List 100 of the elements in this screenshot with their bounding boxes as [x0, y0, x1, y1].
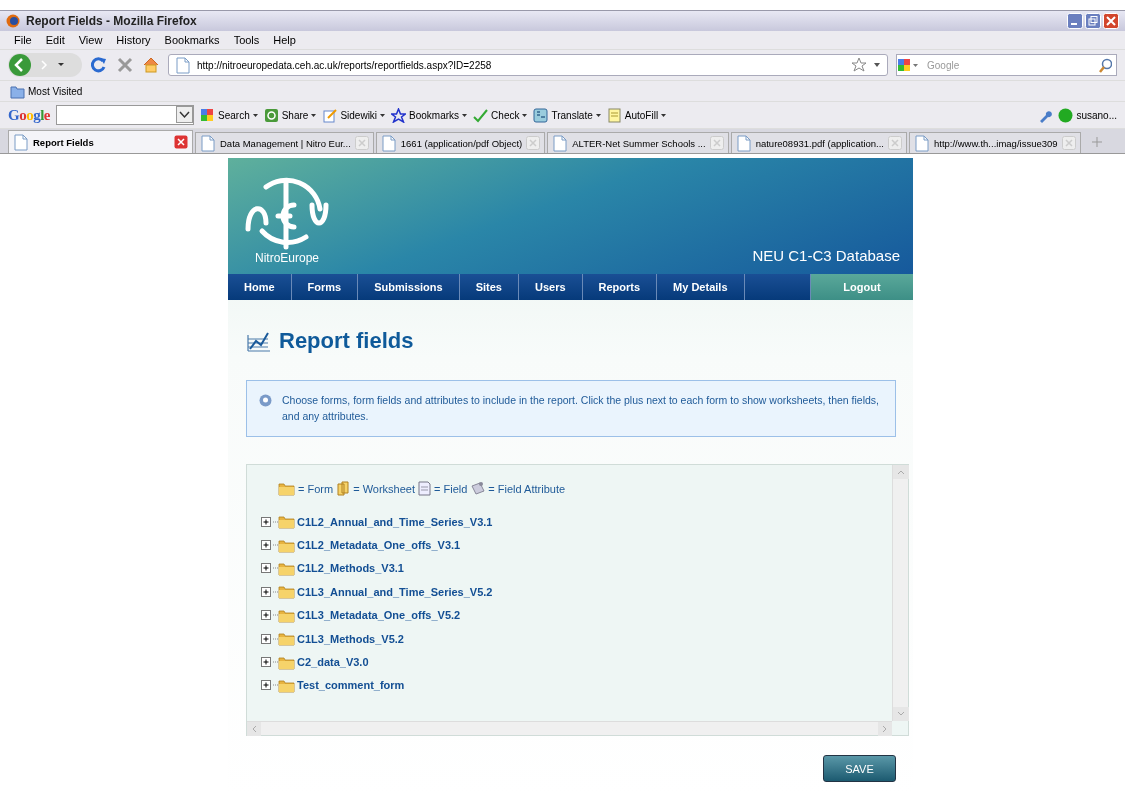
info-icon [259, 394, 272, 407]
browser-tab[interactable]: Report Fields [8, 130, 193, 153]
expand-icon[interactable] [260, 585, 278, 598]
page-icon [380, 134, 397, 152]
expand-icon[interactable] [260, 539, 278, 552]
folder-icon [278, 584, 295, 600]
caret-icon [311, 113, 317, 117]
close-icon [354, 136, 369, 150]
search-field[interactable]: Google [896, 54, 1117, 76]
toolbar-button[interactable]: Sidewiki [322, 107, 386, 123]
home-icon[interactable] [142, 56, 160, 74]
close-icon [1061, 136, 1076, 150]
tag-icon [470, 481, 486, 496]
window-title: Report Fields - Mozilla Firefox [26, 14, 197, 28]
google-logo: Google [8, 106, 50, 124]
document-icon [418, 481, 431, 496]
expand-icon[interactable] [260, 515, 278, 528]
caret-icon [522, 113, 528, 117]
toolbar-search-field[interactable] [56, 105, 194, 125]
address-bar[interactable]: http://nitroeuropedata.ceh.ac.uk/reports/reportfields.aspx?ID=2258 [168, 54, 888, 76]
page-icon [735, 134, 752, 152]
folder-icon [278, 560, 295, 576]
browser-tab[interactable]: http://www.th...imag/issue309 [909, 132, 1081, 153]
browser-logo-icon [6, 14, 20, 28]
notepad-icon [606, 107, 622, 123]
browser-tab[interactable]: 1661 (application/pdf Object) [375, 132, 546, 153]
close-icon[interactable] [1103, 13, 1119, 29]
toolbar-button[interactable]: Search [200, 107, 258, 123]
close-icon [174, 135, 188, 149]
menu-item[interactable]: History [110, 34, 159, 46]
folder-icon [278, 481, 295, 496]
menu-item[interactable]: Help [267, 34, 304, 46]
page-title: Report fields [279, 328, 414, 354]
caret-icon [252, 113, 258, 117]
menu-item[interactable]: File [8, 34, 40, 46]
reload-icon[interactable] [90, 56, 108, 74]
translate-icon [533, 107, 549, 123]
expand-icon[interactable] [260, 632, 278, 645]
folder-icon [278, 537, 295, 553]
folder-icon [278, 607, 295, 623]
expand-icon[interactable] [260, 562, 278, 575]
stop-icon[interactable] [116, 56, 134, 74]
toolbar-button[interactable]: AutoFill [606, 107, 667, 123]
nav-link[interactable]: Users [518, 274, 583, 300]
toolbar-button[interactable]: Translate [533, 107, 601, 123]
account-button[interactable]: susano... [1058, 107, 1117, 123]
folder-icon [278, 654, 295, 670]
menu-item[interactable]: View [72, 34, 111, 46]
save-button[interactable]: SAVE [823, 755, 896, 782]
tree-item[interactable]: C1L2_Methods_V3.1 [297, 562, 404, 575]
dropdown-icon [176, 106, 193, 123]
restore-icon[interactable] [1085, 13, 1101, 29]
legend-label: = Form [298, 482, 334, 495]
folder-icon [278, 631, 295, 647]
legend-label: = Field [434, 482, 468, 495]
browser-tab[interactable]: nature08931.pdf (application... [730, 132, 907, 153]
tree-item[interactable]: C1L3_Metadata_One_offs_V5.2 [297, 609, 461, 622]
tree-item[interactable]: Test_comment_form [297, 679, 405, 692]
check-icon [473, 107, 489, 123]
caret-icon [380, 113, 386, 117]
expand-icon[interactable] [260, 679, 278, 692]
tree-item[interactable]: C1L2_Metadata_One_offs_V3.1 [297, 539, 461, 552]
tree-item[interactable]: C1L2_Annual_and_Time_Series_V3.1 [297, 515, 493, 528]
caret-icon [595, 113, 601, 117]
tree-item[interactable]: C1L3_Annual_and_Time_Series_V5.2 [297, 585, 493, 598]
legend-label: = Field Attribute [488, 482, 566, 495]
page-icon [13, 133, 29, 151]
folder-icon [278, 514, 295, 530]
menu-item[interactable]: Bookmarks [158, 34, 228, 46]
browser-tab[interactable]: Data Management | Nitro Eur... [195, 132, 374, 153]
star-icon [391, 107, 407, 123]
folder-icon [278, 677, 295, 693]
page-icon [200, 134, 216, 152]
bookmark-folder[interactable]: Most Visited [10, 83, 83, 99]
browser-tab[interactable]: ALTER-Net Summer Schools ... [547, 132, 729, 153]
expand-icon[interactable] [260, 609, 278, 622]
back-forward-button[interactable] [8, 53, 82, 77]
toolbar-button[interactable]: Bookmarks [391, 107, 468, 123]
toolbar-button[interactable]: Share [263, 107, 317, 123]
info-message: Choose forms, form fields and attributes to include in the report. Click the plus next to each form to show worksheets, then fields, and any attributes. [282, 393, 881, 424]
tree-item[interactable]: C1L3_Methods_V5.2 [297, 632, 404, 645]
expand-icon[interactable] [260, 656, 278, 669]
nav-link[interactable]: My Details [657, 274, 745, 300]
nav-link[interactable]: Sites [459, 274, 519, 300]
nav-link[interactable]: Reports [582, 274, 658, 300]
close-icon [888, 136, 902, 150]
tree-item[interactable]: C2_data_V3.0 [297, 656, 369, 669]
nav-link[interactable]: Submissions [358, 274, 460, 300]
nav-link[interactable]: Home [228, 274, 292, 300]
nav-link[interactable]: Forms [291, 274, 359, 300]
caret-icon [462, 113, 468, 117]
page-icon [552, 134, 569, 152]
toolbar-button[interactable]: Check [473, 107, 528, 123]
folder-icon [10, 83, 25, 99]
close-icon [709, 136, 724, 150]
menu-item[interactable]: Tools [227, 34, 268, 46]
caret-icon [873, 61, 881, 69]
minimize-icon[interactable] [1067, 13, 1083, 29]
menu-item[interactable]: Edit [39, 34, 73, 46]
star-icon [851, 57, 867, 73]
